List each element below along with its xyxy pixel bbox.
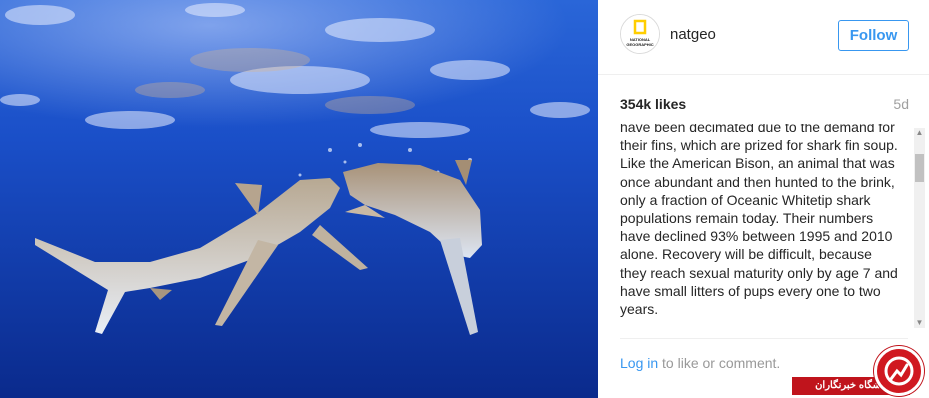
logo-line2: GEOGRAPHIC — [626, 42, 653, 47]
watermark-logo: باشگاه خبرنگاران — [792, 344, 929, 398]
post-header: NATIONAL GEOGRAPHIC natgeo Follow — [598, 0, 929, 75]
login-link[interactable]: Log in — [620, 355, 658, 371]
caption-scroll-area[interactable]: have been decimated due to the demand fo… — [620, 124, 900, 328]
watermark-emblem-icon — [874, 346, 924, 396]
post-age[interactable]: 5d — [893, 96, 909, 112]
follow-button[interactable]: Follow — [838, 20, 909, 51]
caption-scrollbar[interactable]: ▲ ▼ — [914, 128, 925, 328]
likes-count[interactable]: 354k likes — [620, 96, 686, 112]
natgeo-logo-icon: NATIONAL GEOGRAPHIC — [621, 15, 659, 53]
post-photo[interactable] — [0, 0, 598, 398]
post-viewer: NATIONAL GEOGRAPHIC natgeo Follow 354k l… — [0, 0, 929, 398]
avatar[interactable]: NATIONAL GEOGRAPHIC — [620, 14, 660, 54]
scroll-down-icon[interactable]: ▼ — [914, 318, 925, 328]
scroll-up-icon[interactable]: ▲ — [914, 128, 925, 138]
comment-prompt: Log in to like or comment. — [620, 355, 780, 371]
divider — [620, 338, 908, 339]
caption-text: have been decimated due to the demand fo… — [620, 124, 898, 318]
username-link[interactable]: natgeo — [670, 26, 716, 43]
comment-prompt-text: to like or comment. — [658, 355, 781, 371]
sharks-photo — [0, 0, 598, 398]
scroll-thumb[interactable] — [915, 154, 924, 182]
post-sidebar: NATIONAL GEOGRAPHIC natgeo Follow 354k l… — [598, 0, 929, 398]
